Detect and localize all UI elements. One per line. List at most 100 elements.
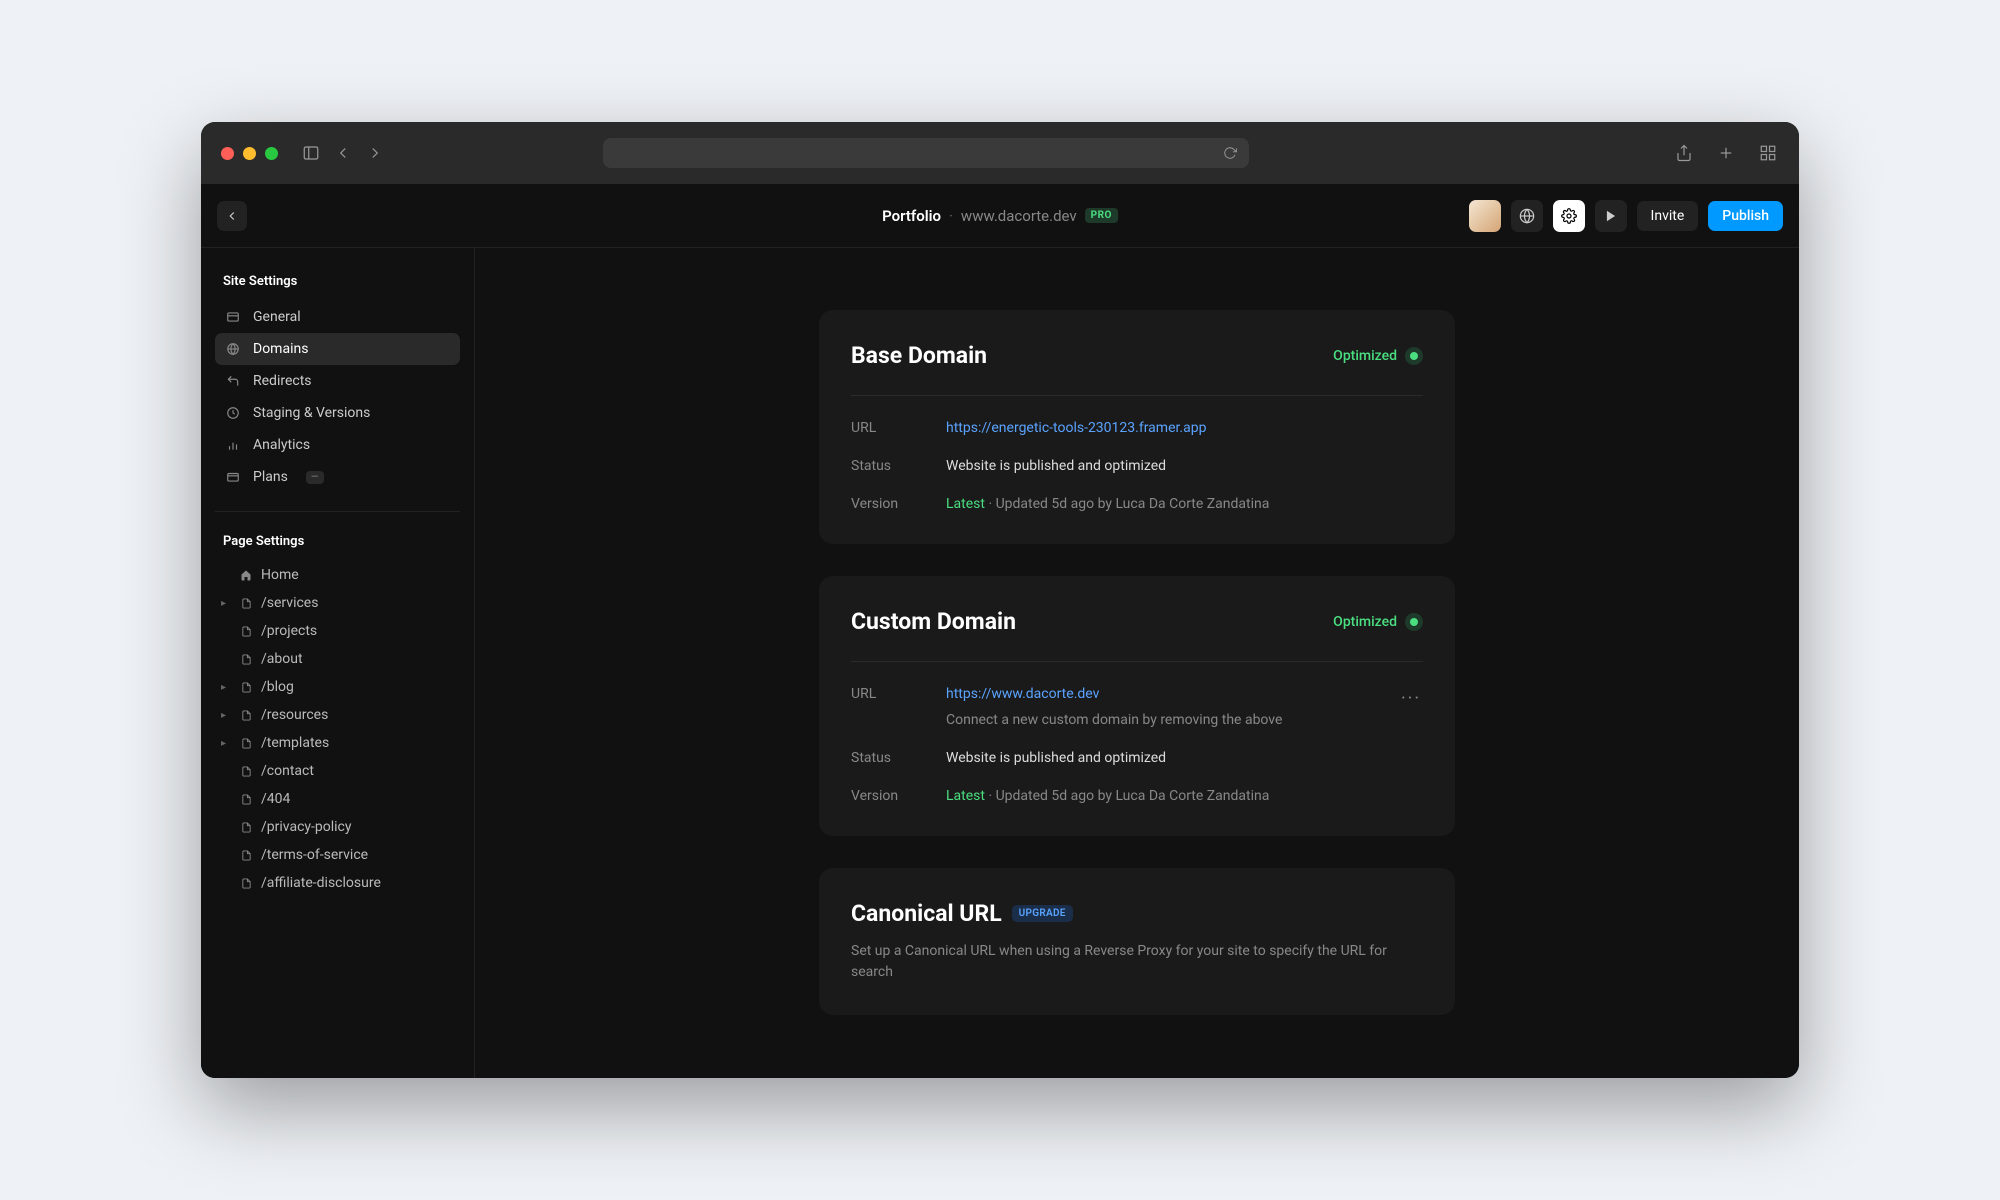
plan-badge: PRO [1085,208,1118,223]
more-options-button[interactable]: ··· [1399,686,1423,710]
sidebar-item-label: General [253,309,301,325]
page-label: /templates [261,735,329,751]
base-domain-title: Base Domain [851,342,987,369]
traffic-lights [221,147,278,160]
browser-window: Portfolio · www.dacorte.dev PRO Invite P… [201,122,1799,1078]
page-label: /resources [261,707,328,723]
status-dot-icon [1405,613,1423,631]
chevron-right-icon[interactable]: ▸ [221,598,231,609]
custom-domain-hint: Connect a new custom domain by removing … [946,712,1399,728]
sidebar-item-staging[interactable]: Staging & Versions [215,397,460,429]
sidebar-item-general[interactable]: General [215,301,460,333]
chevron-right-icon[interactable]: ▸ [221,710,231,721]
redirect-icon [225,373,241,389]
tabs-overview-icon[interactable] [1757,142,1779,164]
minimize-window-button[interactable] [243,147,256,160]
settings-button[interactable] [1553,200,1585,232]
version-label: Version [851,788,946,804]
page-label: /blog [261,679,294,695]
page-item-resources[interactable]: ▸ /resources [215,701,460,729]
page-item-projects[interactable]: ▸ /projects [215,617,460,645]
browser-chrome [201,122,1799,184]
canonical-url-card: Canonical URL UPGRADE Set up a Canonical… [819,868,1455,1015]
maximize-window-button[interactable] [265,147,278,160]
reload-icon[interactable] [1223,146,1237,160]
page-item-terms[interactable]: ▸ /terms-of-service [215,841,460,869]
status-value: Website is published and optimized [946,750,1423,766]
page-icon [239,765,253,778]
page-item-templates[interactable]: ▸ /templates [215,729,460,757]
page-icon [239,849,253,862]
sidebar-separator [215,511,460,512]
status-value: Website is published and optimized [946,458,1423,474]
sidebar-toggle-icon[interactable] [300,142,322,164]
version-label: Version [851,496,946,512]
page-item-blog[interactable]: ▸ /blog [215,673,460,701]
page-label: Home [261,567,299,583]
custom-domain-card: Custom Domain Optimized URL https://www.… [819,576,1455,836]
page-item-services[interactable]: ▸ /services [215,589,460,617]
status-badge: Optimized [1333,347,1423,365]
share-icon[interactable] [1673,142,1695,164]
page-icon [239,625,253,638]
clock-icon [225,405,241,421]
page-label: /affiliate-disclosure [261,875,381,891]
chevron-right-icon[interactable]: ▸ [221,682,231,693]
play-button[interactable] [1595,200,1627,232]
page-item-404[interactable]: ▸ /404 [215,785,460,813]
site-domain: www.dacorte.dev [961,207,1077,225]
page-icon [239,737,253,750]
sidebar-item-label: Plans [253,469,288,485]
nav-forward-icon[interactable] [364,142,386,164]
avatar[interactable] [1469,200,1501,232]
url-bar[interactable] [603,138,1249,168]
sidebar: Site Settings General Domains Redirects … [201,248,475,1078]
divider [851,661,1423,662]
sidebar-item-label: Analytics [253,437,310,453]
site-name: Portfolio [882,207,941,225]
invite-button[interactable]: Invite [1637,201,1699,231]
sidebar-item-analytics[interactable]: Analytics [215,429,460,461]
page-settings-heading: Page Settings [215,530,460,561]
sidebar-item-domains[interactable]: Domains [215,333,460,365]
custom-domain-url-link[interactable]: https://www.dacorte.dev [946,686,1099,702]
base-domain-card: Base Domain Optimized URL https://energe… [819,310,1455,544]
publish-button[interactable]: Publish [1708,201,1783,231]
page-item-home[interactable]: ▸ Home [215,561,460,589]
page-item-contact[interactable]: ▸ /contact [215,757,460,785]
page-label: /privacy-policy [261,819,352,835]
sidebar-item-label: Domains [253,341,308,357]
site-settings-heading: Site Settings [215,270,460,301]
version-link[interactable]: Latest [946,788,985,804]
breadcrumb: Portfolio · www.dacorte.dev PRO [882,207,1118,225]
new-tab-icon[interactable] [1715,142,1737,164]
sidebar-item-redirects[interactable]: Redirects [215,365,460,397]
close-window-button[interactable] [221,147,234,160]
page-label: /terms-of-service [261,847,368,863]
page-icon [239,597,253,610]
url-label: URL [851,420,946,436]
status-label: Status [851,458,946,474]
page-item-privacy[interactable]: ▸ /privacy-policy [215,813,460,841]
chevron-right-icon[interactable]: ▸ [221,738,231,749]
page-item-affiliate[interactable]: ▸ /affiliate-disclosure [215,869,460,897]
url-label: URL [851,686,946,702]
page-item-about[interactable]: ▸ /about [215,645,460,673]
page-icon [239,821,253,834]
app-topbar: Portfolio · www.dacorte.dev PRO Invite P… [201,184,1799,248]
nav-back-icon[interactable] [332,142,354,164]
back-button[interactable] [217,201,247,231]
page-label: /about [261,651,303,667]
canonical-description: Set up a Canonical URL when using a Reve… [851,941,1423,983]
version-link[interactable]: Latest [946,496,985,512]
globe-icon [225,341,241,357]
page-icon [239,709,253,722]
base-domain-url-link[interactable]: https://energetic-tools-230123.framer.ap… [946,420,1206,436]
home-icon [239,569,253,581]
card-icon [225,309,241,325]
sidebar-item-plans[interactable]: Plans — [215,461,460,493]
globe-button[interactable] [1511,200,1543,232]
version-meta: · Updated 5d ago by Luca Da Corte Zandat… [985,496,1269,512]
status-text: Optimized [1333,614,1397,630]
upgrade-badge[interactable]: UPGRADE [1012,905,1073,922]
